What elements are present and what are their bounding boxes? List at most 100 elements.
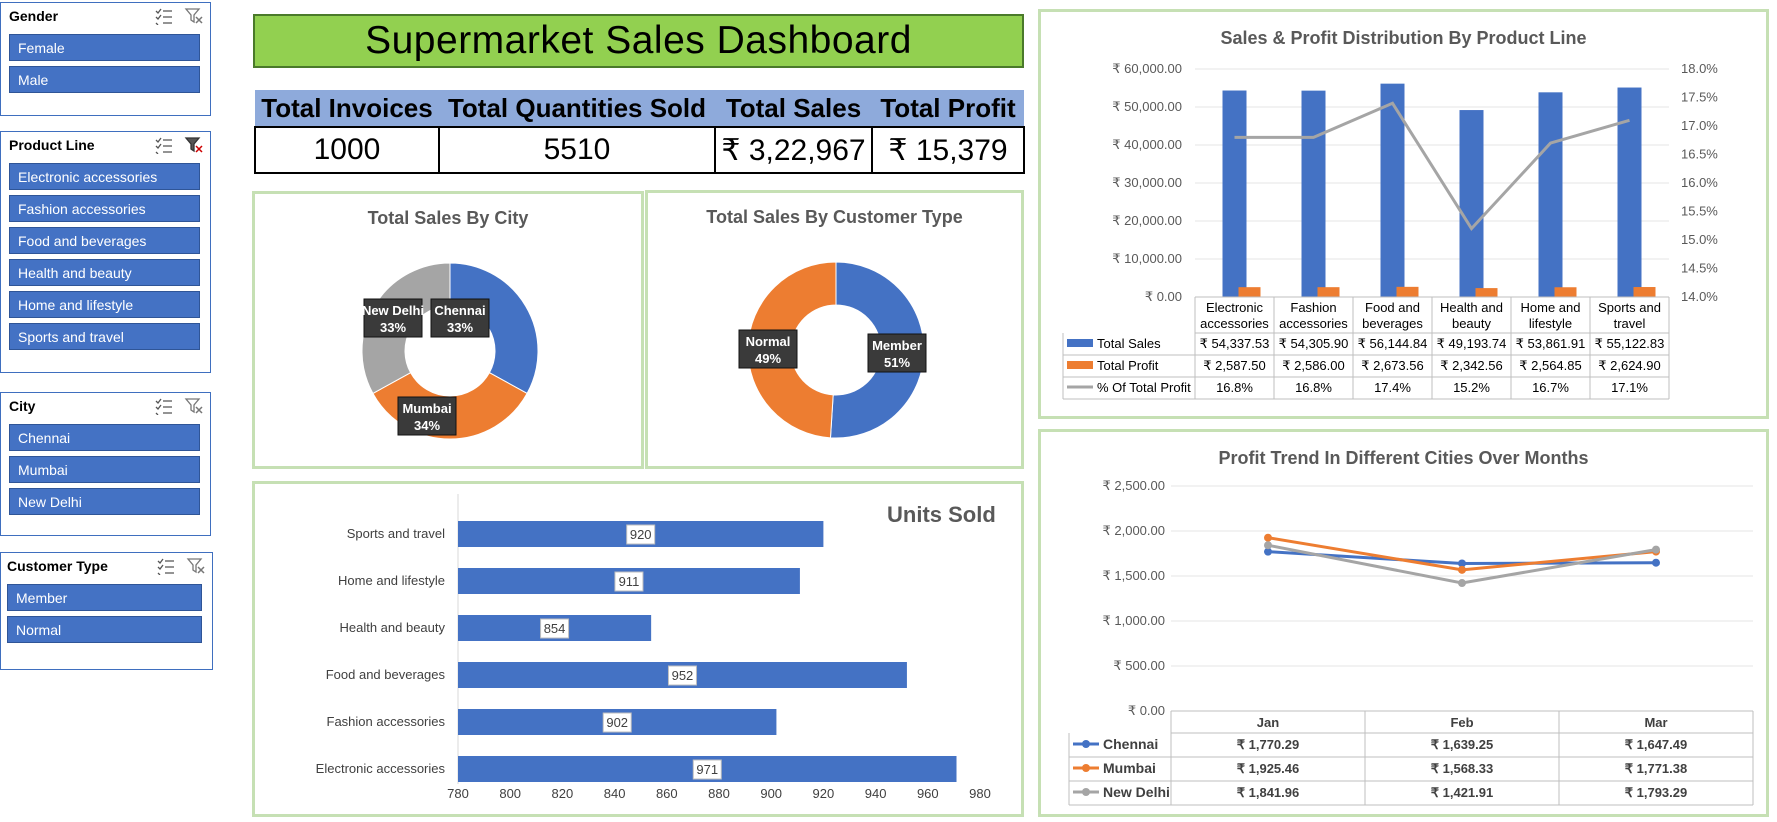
legend-label-chennai: Chennai	[1103, 736, 1158, 752]
kpi-value-quantities: 5510	[438, 126, 716, 174]
multi-select-icon[interactable]	[156, 557, 176, 575]
slicer-item-mumbai[interactable]: Mumbai	[9, 456, 200, 483]
y2-tick-14-5: 14.5%	[1681, 261, 1718, 276]
table-value-total-sales-3: ₹ 49,193.74	[1437, 336, 1507, 351]
x-tick-960: 960	[917, 786, 939, 801]
clear-filter-icon[interactable]	[184, 397, 204, 415]
table-value-total-sales-5: ₹ 55,122.83	[1595, 336, 1665, 351]
table-value-total-sales-2: ₹ 56,144.84	[1358, 336, 1428, 351]
bar-sales-home-and-lifestyle	[1538, 92, 1563, 298]
slicer-item-health-and-beauty[interactable]: Health and beauty	[9, 259, 200, 286]
y2-tick-17-0: 17.0%	[1681, 118, 1718, 133]
slicer-item-sports-and-travel[interactable]: Sports and travel	[9, 323, 200, 350]
bar-sales-fashion-accessories	[1301, 90, 1326, 298]
city-slicer: City Chennai Mumbai New Delhi	[0, 392, 211, 536]
data-label-food-and-beverages: 952	[672, 668, 694, 683]
category-label-electronic-accessories: Electronic	[1206, 300, 1264, 315]
sales-by-customer-type-panel[interactable]: Total Sales By Customer Type Member 51% No…	[645, 190, 1024, 469]
table-value-total-sales-4: ₹ 53,861.91	[1516, 336, 1586, 351]
kpi-value-sales: ₹ 3,22,967	[714, 126, 873, 174]
multi-select-icon[interactable]	[154, 136, 174, 154]
sales-by-city-panel[interactable]: Total Sales By City Chennai 33% Mumbai 34% N…	[252, 191, 644, 469]
data-label-name-chennai: Chennai	[434, 303, 485, 318]
legend-label-total-profit: Total Profit	[1097, 358, 1159, 373]
legend-label-mumbai: Mumbai	[1103, 760, 1156, 776]
table-value-of-total-profit-2: 17.4%	[1374, 380, 1411, 395]
y-tick-0-00: ₹ 0.00	[1145, 289, 1182, 304]
table-value-mumbai-1: ₹ 1,568.33	[1431, 761, 1494, 776]
slicer-item-male[interactable]: Male	[9, 66, 200, 93]
units-sold-panel[interactable]: Units Sold Sports and travel 920 Home and …	[252, 481, 1024, 817]
y2-tick-16-5: 16.5%	[1681, 147, 1718, 162]
category-label-fashion-accessories: Fashion	[1290, 300, 1336, 315]
point-new-delhi-2	[1652, 545, 1660, 554]
dashboard-title: Supermarket Sales Dashboard	[253, 14, 1024, 68]
x-tick-880: 880	[708, 786, 730, 801]
slicer-item-home-and-lifestyle[interactable]: Home and lifestyle	[9, 291, 200, 318]
table-value-total-profit-5: ₹ 2,624.90	[1598, 358, 1661, 373]
table-value-total-profit-2: ₹ 2,673.56	[1361, 358, 1424, 373]
data-label-value-mumbai: 34%	[414, 418, 440, 433]
product-line-slicer: Product Line Electronic accessories Fash…	[0, 131, 211, 373]
kpi-value-invoices: 1000	[254, 126, 440, 174]
legend-key-total-profit	[1067, 361, 1093, 369]
city-slicer-title: City	[9, 398, 36, 414]
table-value-mumbai-2: ₹ 1,771.38	[1625, 761, 1688, 776]
table-value-total-profit-0: ₹ 2,587.50	[1203, 358, 1266, 373]
category-label-home-and-lifestyle: Home and	[1521, 300, 1581, 315]
y-tick-0-00: ₹ 0.00	[1128, 703, 1165, 718]
x-tick-940: 940	[865, 786, 887, 801]
table-value-total-sales-0: ₹ 54,337.53	[1200, 336, 1270, 351]
table-value-chennai-2: ₹ 1,647.49	[1625, 737, 1688, 752]
slicer-item-new-delhi[interactable]: New Delhi	[9, 488, 200, 515]
profit-trend-panel[interactable]: Profit Trend In Different Cities Over Mo…	[1038, 429, 1769, 817]
multi-select-icon[interactable]	[154, 7, 174, 25]
x-tick-820: 820	[552, 786, 574, 801]
slicer-item-normal[interactable]: Normal	[7, 616, 202, 643]
category-label-health-and-beauty: Health and beauty	[339, 620, 445, 635]
data-label-name-new-delhi: New Delhi	[362, 303, 424, 318]
gender-slicer-title: Gender	[9, 8, 59, 24]
category-label-food-and-beverages: Food and beverages	[326, 667, 446, 682]
table-value-of-total-profit-3: 15.2%	[1453, 380, 1490, 395]
table-value-of-total-profit-0: 16.8%	[1216, 380, 1253, 395]
category-label-mar: Mar	[1644, 715, 1667, 730]
data-label-home-and-lifestyle: 911	[619, 574, 640, 589]
y-tick-2-000-00: ₹ 2,000.00	[1103, 523, 1166, 538]
y2-tick-16-0: 16.0%	[1681, 175, 1718, 190]
sales-by-customer-type-chart: Member 51% Normal 49%	[738, 261, 927, 439]
kpi-value-profit: ₹ 15,379	[871, 126, 1025, 174]
product-line-chart: ₹ 0.00 ₹ 10,000.00 ₹ 20,000.00 ₹ 30,000.00 ₹…	[1062, 61, 1718, 400]
y2-tick-15-0: 15.0%	[1681, 232, 1718, 247]
category-label-food-and-beverages: Food and	[1365, 300, 1420, 315]
clear-filter-icon[interactable]	[186, 557, 206, 575]
bar-sales-sports-and-travel	[1617, 87, 1642, 297]
product-line-panel[interactable]: Sales & Profit Distribution By Product L…	[1038, 9, 1769, 419]
multi-select-icon[interactable]	[154, 397, 174, 415]
table-value-mumbai-0: ₹ 1,925.46	[1237, 761, 1300, 776]
kpi-table: Total Invoices Total Quantities Sold Tot…	[254, 90, 1025, 174]
category-label-home-and-lifestyle: Home and lifestyle	[338, 573, 445, 588]
slicer-item-fashion-accessories[interactable]: Fashion accessories	[9, 195, 200, 222]
x-tick-860: 860	[656, 786, 678, 801]
category-label-feb: Feb	[1450, 715, 1473, 730]
legend-label-total-sales: Total Sales	[1097, 336, 1161, 351]
table-value-chennai-1: ₹ 1,639.25	[1431, 737, 1494, 752]
point-mumbai-0	[1264, 533, 1272, 542]
bar-profit-sports-and-travel	[1633, 287, 1656, 297]
y2-tick-18-0: 18.0%	[1681, 61, 1718, 76]
slicer-item-female[interactable]: Female	[9, 34, 200, 61]
gender-slicer: Gender Female Male	[0, 2, 211, 116]
y-tick-1-000-00: ₹ 1,000.00	[1103, 613, 1166, 628]
slicer-item-member[interactable]: Member	[7, 584, 202, 611]
table-value-of-total-profit-4: 16.7%	[1532, 380, 1569, 395]
slicer-item-food-and-beverages[interactable]: Food and beverages	[9, 227, 200, 254]
slicer-item-chennai[interactable]: Chennai	[9, 424, 200, 451]
clear-filter-icon[interactable]	[184, 7, 204, 25]
clear-filter-icon[interactable]	[184, 136, 204, 154]
data-label-value-chennai: 33%	[447, 320, 473, 335]
category-label-line2-food-and-beverages: beverages	[1362, 316, 1423, 331]
bar-sales-electronic-accessories	[1222, 90, 1247, 297]
slicer-item-electronic-accessories[interactable]: Electronic accessories	[9, 163, 200, 190]
data-label-electronic-accessories: 971	[696, 762, 718, 777]
